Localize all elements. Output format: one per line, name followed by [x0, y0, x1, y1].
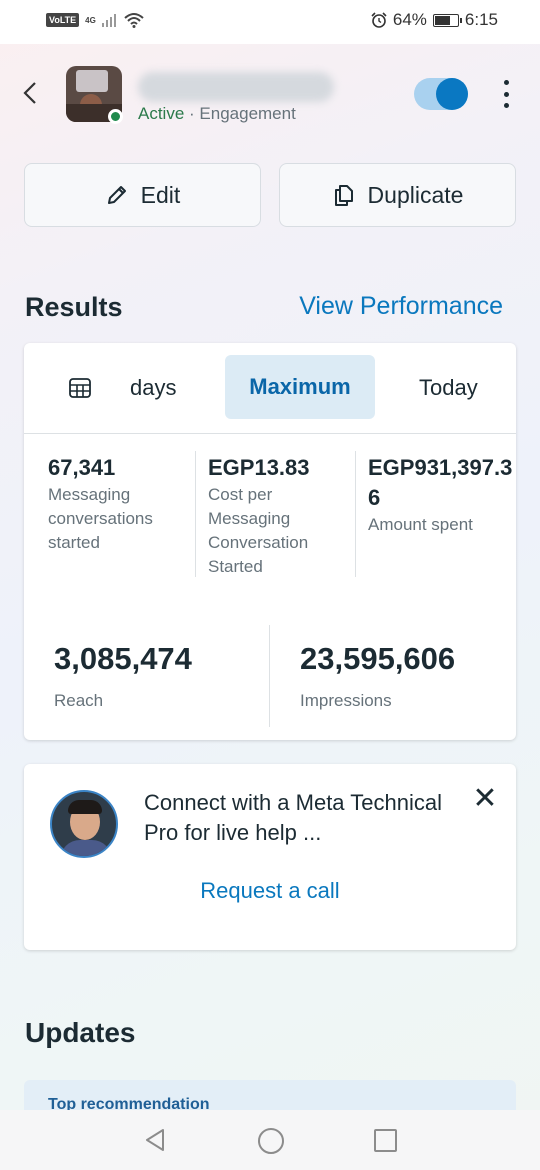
duplicate-icon [334, 185, 353, 206]
impressions-label: Impressions [300, 691, 392, 710]
status-objective: Engagement [199, 104, 296, 123]
close-icon[interactable]: ✕ [472, 784, 498, 814]
view-performance-link[interactable]: View Performance [299, 292, 503, 321]
wifi-icon [124, 13, 144, 28]
reach-value: 3,085,474 [54, 641, 192, 676]
updates-heading: Updates [25, 1017, 136, 1048]
metric-conversations: 67,341 Messaging conversations started [48, 453, 188, 555]
metric-value: EGP931,397.36 [368, 455, 513, 510]
metric-value: EGP13.83 [208, 455, 310, 480]
edit-button[interactable]: Edit [24, 163, 261, 227]
technical-pro-avatar [50, 790, 118, 858]
nav-recents-square-icon[interactable] [374, 1129, 397, 1152]
metric-value: 67,341 [48, 455, 116, 480]
status-separator: · [184, 104, 200, 123]
reach-label: Reach [54, 691, 104, 710]
tab-today[interactable]: Today [419, 375, 478, 401]
metric-cost-per-conversation: EGP13.83 Cost per Messaging Conversation… [208, 453, 348, 579]
connect-message: Connect with a Meta Technical Pro for li… [144, 790, 442, 845]
divider [195, 451, 196, 577]
nav-back-triangle-icon[interactable] [143, 1128, 167, 1152]
ad-active-toggle[interactable] [414, 78, 468, 110]
status-bar-right: 64% 6:15 [371, 10, 498, 30]
divider [355, 451, 356, 577]
nav-home-circle-icon[interactable] [258, 1128, 284, 1154]
volte-badge: VoLTE [46, 13, 80, 27]
divider [269, 625, 270, 727]
calendar-grid-icon[interactable] [68, 376, 92, 400]
more-options-icon[interactable] [496, 80, 516, 108]
ad-name-redacted [138, 72, 334, 102]
alarm-icon [371, 12, 387, 28]
signal-icon [101, 14, 116, 27]
duplicate-button[interactable]: Duplicate [279, 163, 516, 227]
clock: 6:15 [464, 10, 498, 29]
pencil-icon [107, 186, 126, 204]
back-chevron-icon[interactable] [20, 78, 44, 110]
battery-icon [432, 13, 462, 27]
technical-pro-card: Connect with a Meta Technical Pro for li… [24, 764, 516, 950]
battery-percent: 64% [392, 10, 427, 29]
results-heading: Results [25, 292, 123, 322]
network-type: 4G [85, 15, 96, 25]
metric-amount-spent: EGP931,397.36 Amount spent [368, 453, 514, 537]
metric-label: Messaging conversations started [48, 485, 153, 552]
metric-label: Amount spent [368, 515, 473, 534]
request-call-link[interactable]: Request a call [24, 878, 516, 904]
duplicate-label: Duplicate [367, 181, 464, 208]
edit-label: Edit [140, 181, 181, 208]
metric-reach: 3,085,474 Reach [54, 641, 192, 711]
status-bar-left: VoLTE 4G [46, 12, 144, 28]
results-card: days Maximum Today 67,341 Messaging conv… [24, 343, 516, 740]
impressions-value: 23,595,606 [300, 641, 456, 676]
date-range-tabs: days Maximum Today [24, 343, 516, 434]
tab-days[interactable]: days [130, 375, 176, 401]
active-status-dot [108, 109, 123, 124]
metric-impressions: 23,595,606 Impressions [300, 641, 455, 711]
ad-status-line: Active · Engagement [138, 104, 296, 124]
status-active: Active [138, 104, 185, 123]
metric-label: Cost per Messaging Conversation Started [208, 485, 309, 576]
tab-maximum[interactable]: Maximum [225, 355, 375, 419]
